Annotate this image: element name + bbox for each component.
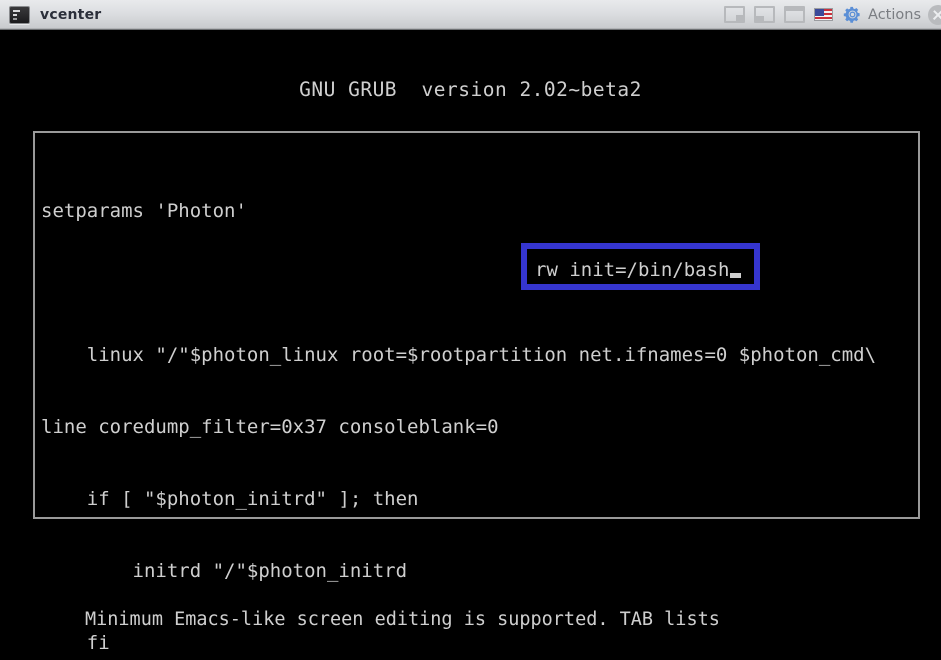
title-bar-left-group: vcenter	[0, 5, 102, 24]
grub-help-text: Minimum Emacs-like screen editing is sup…	[85, 560, 753, 660]
actions-menu-label[interactable]: Actions	[868, 7, 921, 23]
help-line: Minimum Emacs-like screen editing is sup…	[85, 609, 720, 630]
layout-sidebar-right-icon[interactable]	[724, 6, 746, 23]
editor-line: if [ "$photon_initrd" ]; then	[41, 488, 419, 510]
grub-edit-box[interactable]: setparams 'Photon' linux "/"$photon_linu…	[33, 131, 920, 654]
editor-line: linux "/"$photon_linux root=$rootpartiti…	[41, 344, 877, 366]
vcenter-console-window: vcenter Actions GNU GRUB version 2.02~be…	[0, 0, 941, 660]
gear-icon[interactable]	[843, 5, 862, 24]
window-title: vcenter	[40, 6, 102, 23]
grub-version-header: GNU GRUB version 2.02~beta2	[299, 78, 642, 101]
window-title-bar: vcenter Actions	[0, 0, 941, 30]
editor-line: line coredump_filter=0x37 consoleblank=0	[41, 416, 499, 438]
grub-console-screen: GNU GRUB version 2.02~beta2 setparams 'P…	[0, 31, 941, 660]
us-flag-icon[interactable]	[814, 8, 834, 21]
kernel-param-edit-text: rw init=/bin/bash	[535, 258, 742, 282]
layout-single-pane-icon[interactable]	[784, 6, 806, 23]
console-icon	[9, 5, 30, 24]
kernel-param-text: rw init=/bin/bash	[535, 259, 730, 281]
title-bar-right-group: Actions	[724, 4, 941, 25]
layout-sidebar-bottom-icon[interactable]	[754, 6, 776, 23]
text-cursor-icon	[730, 273, 742, 278]
annotation-highlight-box: rw init=/bin/bash	[521, 243, 760, 290]
close-icon[interactable]	[928, 4, 941, 25]
editor-line: setparams 'Photon'	[41, 200, 247, 222]
